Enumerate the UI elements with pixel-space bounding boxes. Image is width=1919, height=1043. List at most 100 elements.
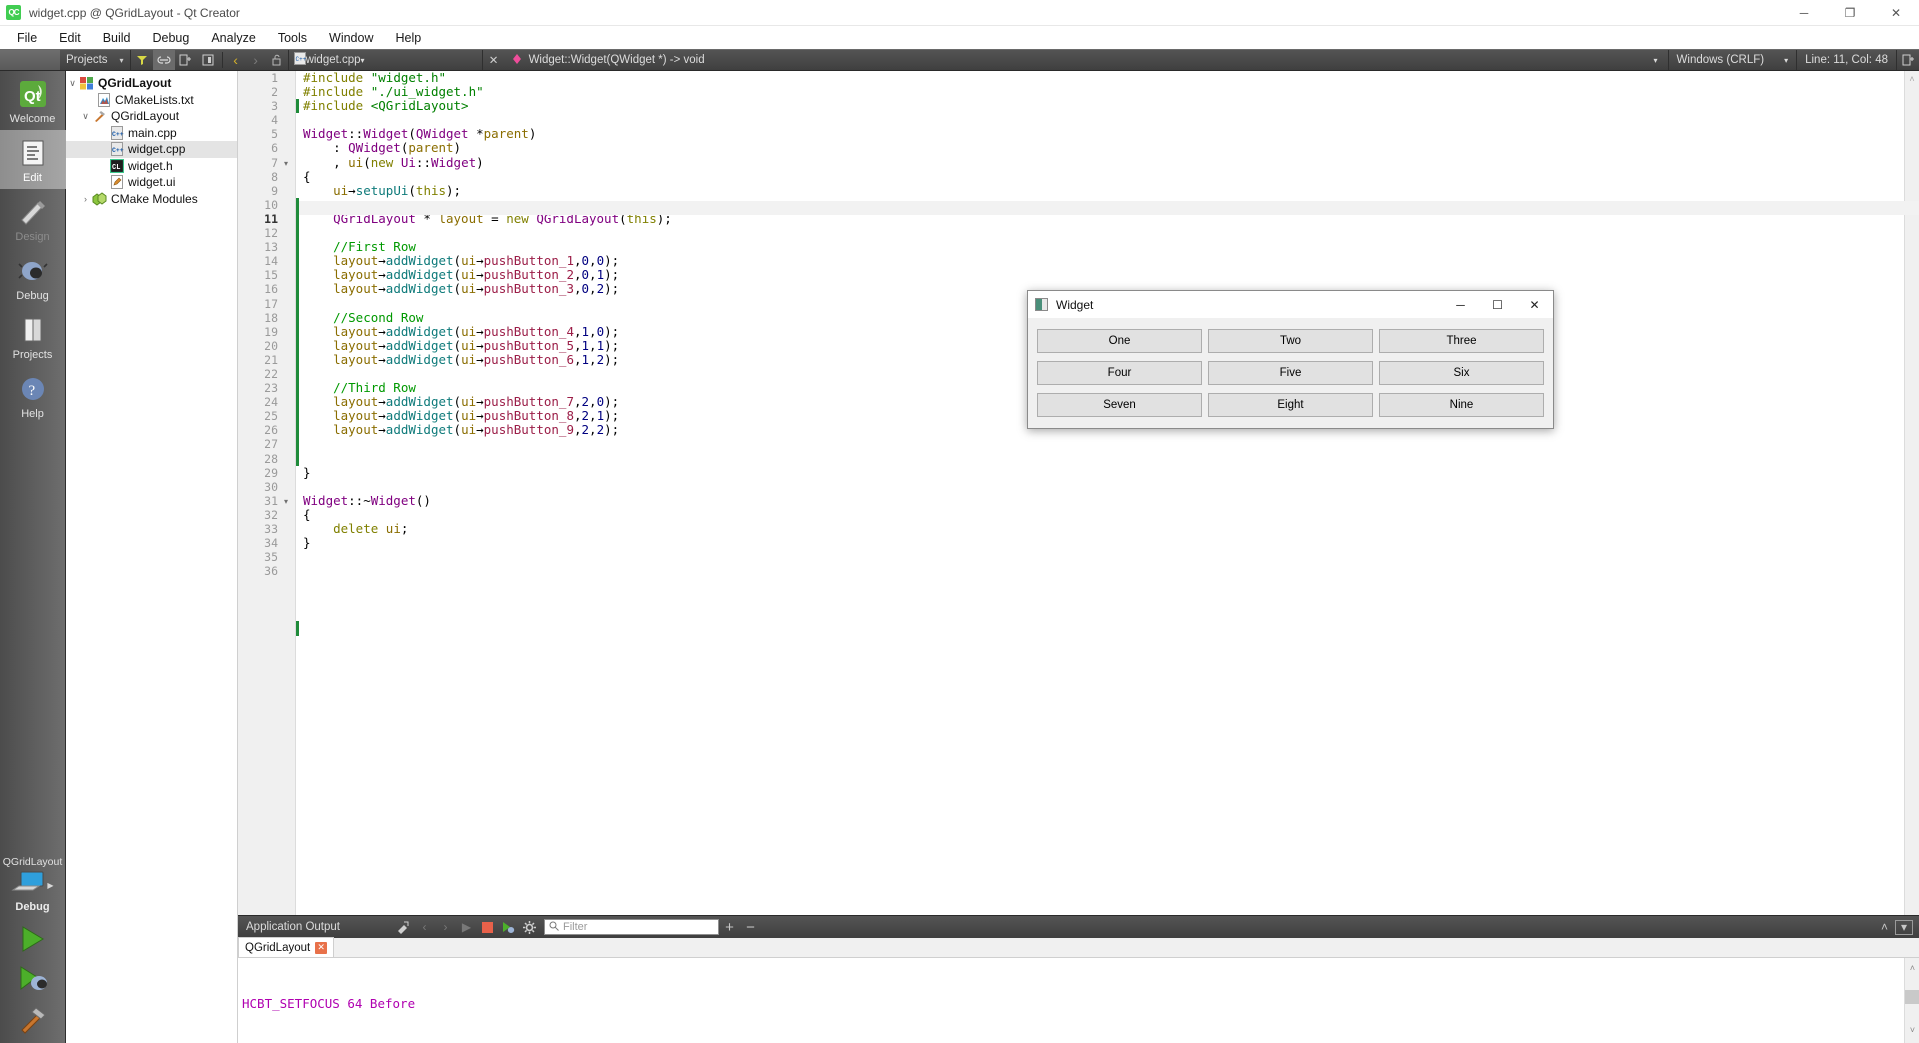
zoom-in-button[interactable]: + <box>719 916 740 938</box>
menu-build[interactable]: Build <box>92 28 142 48</box>
push-button-7[interactable]: Seven <box>1037 393 1202 417</box>
push-button-6[interactable]: Six <box>1379 361 1544 385</box>
mode-design[interactable]: Design <box>0 189 66 248</box>
stop-icon[interactable] <box>477 916 498 938</box>
menu-debug[interactable]: Debug <box>142 28 201 48</box>
run-button[interactable] <box>10 919 56 959</box>
push-button-3[interactable]: Three <box>1379 329 1544 353</box>
push-button-8[interactable]: Eight <box>1208 393 1373 417</box>
tree-item-qgridlayout-project[interactable]: ∨ QGridLayout <box>66 75 237 92</box>
chevron-down-icon[interactable]: ∨ <box>79 111 92 122</box>
line-column-indicator[interactable]: Line: 11, Col: 48 <box>1796 50 1897 70</box>
tree-item-qgridlayout-target[interactable]: ∨ QGridLayout <box>66 108 237 125</box>
symbol-combo[interactable]: Widget::Widget(QWidget *) -> void <box>505 50 1644 70</box>
push-button-2[interactable]: Two <box>1208 329 1373 353</box>
clear-output-icon[interactable] <box>393 916 414 938</box>
build-button[interactable] <box>10 999 56 1039</box>
chevron-down-icon[interactable]: ▾ <box>1644 56 1668 65</box>
minimize-output-pane-button[interactable]: ˄ <box>1874 920 1895 934</box>
navigate-back-button[interactable]: ‹ <box>226 52 246 68</box>
projects-combo[interactable]: Projects ▾ <box>60 50 131 70</box>
navigate-forward-button[interactable]: › <box>246 52 266 68</box>
widget-maximize-button[interactable]: ☐ <box>1479 291 1516 318</box>
cpp-file-icon: C++ <box>109 142 124 157</box>
mode-debug[interactable]: Debug <box>0 248 66 307</box>
unlocked-icon[interactable] <box>266 50 288 70</box>
prev-item-icon[interactable]: ‹ <box>414 916 435 938</box>
link-icon[interactable] <box>152 50 175 70</box>
line-number: 10 <box>264 197 278 212</box>
line-number: 25 <box>264 409 278 424</box>
fold-marker[interactable]: ▾ <box>284 497 288 506</box>
scroll-up-arrow[interactable]: ˄ <box>1905 961 1919 978</box>
output-scrollbar[interactable]: ˄ ˅ <box>1904 958 1919 1043</box>
window-close-button[interactable]: ✕ <box>1873 0 1919 26</box>
scroll-up-arrow[interactable]: ˄ <box>1909 74 1914 84</box>
code-line: #include <QGridLayout> <box>303 98 469 114</box>
split-icon[interactable] <box>175 50 197 70</box>
kit-selector-button[interactable]: ▶ <box>11 870 54 901</box>
fold-marker[interactable]: ▾ <box>284 159 288 168</box>
chevron-down-icon[interactable]: ∨ <box>66 78 79 89</box>
mode-projects[interactable]: Projects <box>0 307 66 366</box>
menu-window[interactable]: Window <box>318 28 384 48</box>
editor-scrollbar[interactable]: ˄ <box>1904 71 1919 915</box>
close-icon[interactable]: ✕ <box>483 50 505 70</box>
menu-edit[interactable]: Edit <box>48 28 92 48</box>
push-button-9[interactable]: Nine <box>1379 393 1544 417</box>
output-tab-qgridlayout[interactable]: QGridLayout ✕ <box>238 937 335 957</box>
tree-item-widget-ui[interactable]: widget.ui <box>66 174 237 191</box>
line-number-gutter: 1 2 3 4 5 6 7 8 9 10 11 12 13 14 15 16 17 18 19 20 21 22 23 24 2… <box>238 71 282 915</box>
menu-file[interactable]: File <box>6 28 48 48</box>
chevron-right-icon[interactable]: › <box>79 194 92 204</box>
mode-welcome[interactable]: Qt Welcome <box>0 71 66 130</box>
window-minimize-button[interactable]: ─ <box>1781 0 1827 26</box>
menu-analyze[interactable]: Analyze <box>200 28 266 48</box>
push-button-5[interactable]: Five <box>1208 361 1373 385</box>
split-editor-icon[interactable] <box>1897 50 1919 70</box>
fold-marker-bar[interactable]: ▾ ▾ <box>282 71 296 915</box>
close-icon[interactable]: ✕ <box>315 941 328 954</box>
attach-debugger-icon[interactable] <box>498 916 519 938</box>
line-number: 3 <box>271 99 278 114</box>
filter-icon[interactable] <box>131 50 153 70</box>
widget-minimize-button[interactable]: ─ <box>1442 291 1479 318</box>
tree-item-cmakelists[interactable]: CMakeLists.txt <box>66 92 237 109</box>
output-pane-options-button[interactable]: ▾ <box>1895 919 1913 935</box>
mode-help[interactable]: ? Help <box>0 366 66 425</box>
menu-help[interactable]: Help <box>384 28 432 48</box>
sidebar-icon[interactable] <box>197 50 219 70</box>
tree-item-widget-cpp[interactable]: C++ widget.cpp <box>66 141 237 158</box>
project-tree[interactable]: ∨ QGridLayout CMakeLists.txt ∨ QGridLayo… <box>66 71 238 1043</box>
menu-tools[interactable]: Tools <box>267 28 318 48</box>
editor-column: 1 2 3 4 5 6 7 8 9 10 11 12 13 14 15 16 17 18 19 20 21 22 23 24 2… <box>238 71 1919 1043</box>
mode-edit[interactable]: Edit <box>0 130 66 189</box>
widget-close-button[interactable]: ✕ <box>1516 291 1553 318</box>
scroll-down-arrow[interactable]: ˅ <box>1905 1023 1919 1040</box>
push-button-1[interactable]: One <box>1037 329 1202 353</box>
code-editor[interactable]: 1 2 3 4 5 6 7 8 9 10 11 12 13 14 15 16 17 18 19 20 21 22 23 24 2… <box>238 71 1919 915</box>
chevron-down-icon[interactable]: ▾ <box>361 56 365 65</box>
tree-item-widget-h[interactable]: CL widget.h <box>66 158 237 175</box>
settings-gear-icon[interactable] <box>519 916 540 938</box>
tree-item-cmake-modules[interactable]: › CMake Modules <box>66 191 237 208</box>
window-maximize-button[interactable]: ❐ <box>1827 0 1873 26</box>
scrollbar-thumb[interactable] <box>1905 990 1919 1004</box>
start-debugging-button[interactable] <box>10 959 56 999</box>
widget-window-titlebar[interactable]: Widget ─ ☐ ✕ <box>1028 291 1553 318</box>
code-text[interactable]: #include "widget.h" #include "./ui_widget… <box>299 71 1904 915</box>
open-file-combo[interactable]: C++ widget.cpp ▾ <box>287 50 483 70</box>
tree-item-label: CMakeLists.txt <box>115 92 194 107</box>
output-filter-input[interactable]: Filter <box>543 919 719 935</box>
tree-item-main-cpp[interactable]: C++ main.cpp <box>66 125 237 142</box>
push-button-4[interactable]: Four <box>1037 361 1202 385</box>
next-item-icon[interactable]: › <box>435 916 456 938</box>
output-text-area[interactable]: HCBT_SETFOCUS 64 Before HCBT_SETFOCUS 64… <box>238 958 1919 1043</box>
widget-app-window[interactable]: Widget ─ ☐ ✕ One Two Three Four Five Six… <box>1027 290 1554 429</box>
output-filter-placeholder: Filter <box>562 921 588 933</box>
encoding-combo[interactable]: Windows (CRLF) ▾ <box>1667 50 1797 70</box>
zoom-out-button[interactable]: − <box>740 916 761 938</box>
run-icon[interactable]: ▶ <box>456 916 477 938</box>
